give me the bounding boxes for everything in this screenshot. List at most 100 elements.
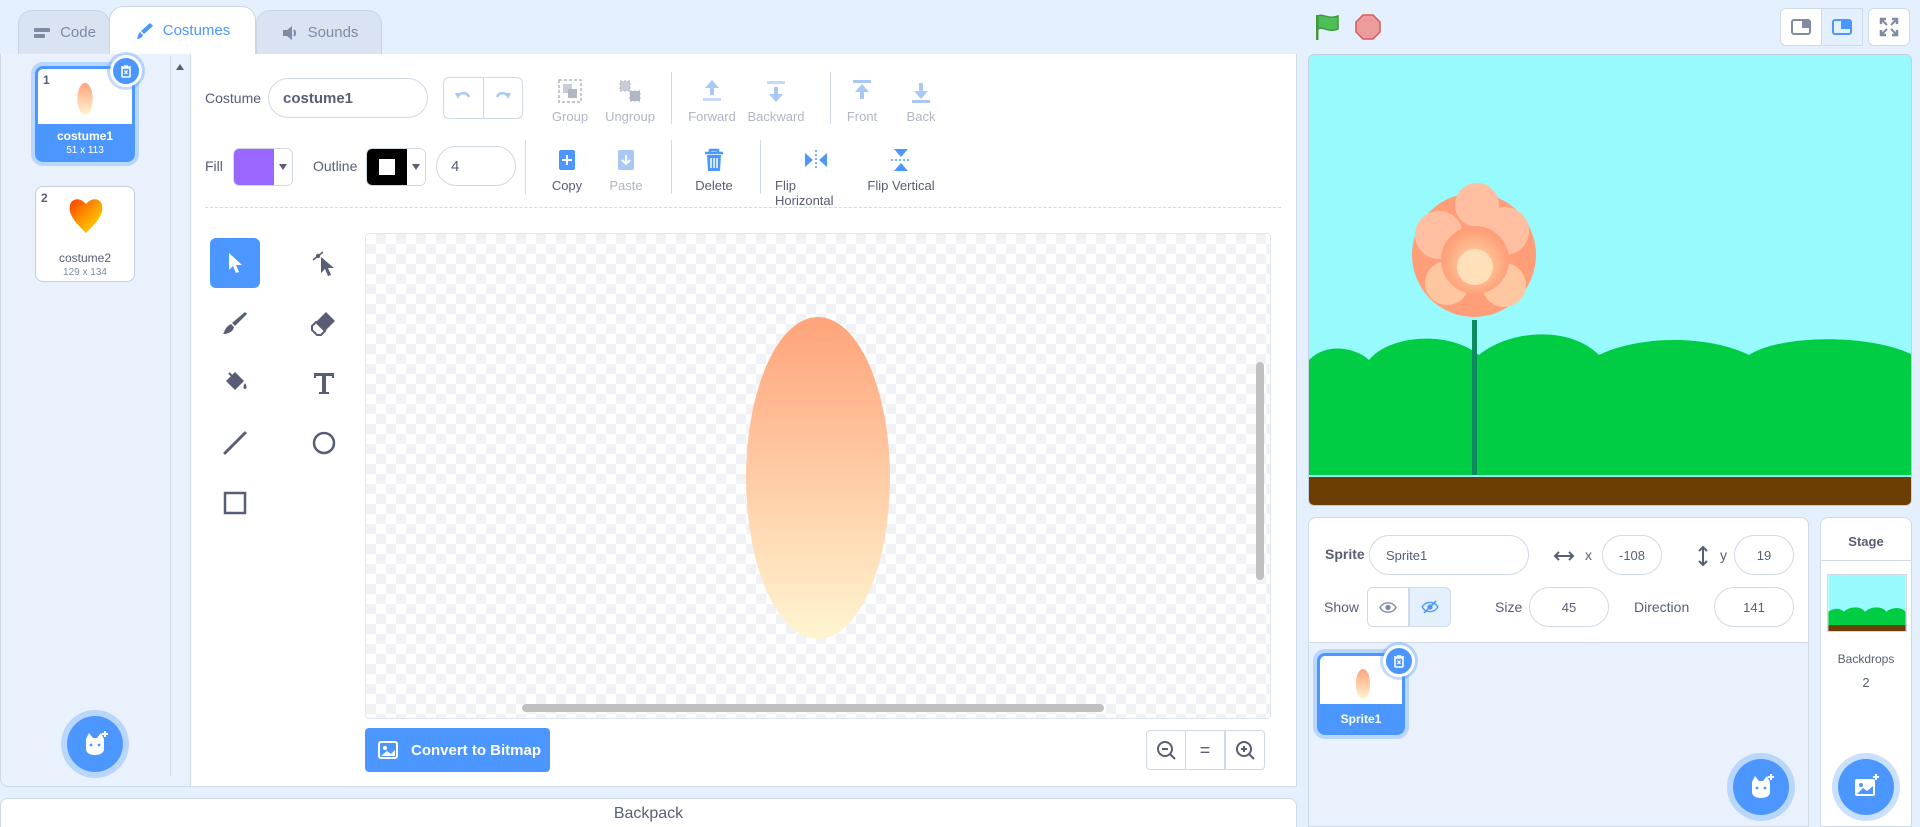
stage-pane-divider [1821,560,1911,561]
forward-label: Forward [688,109,736,124]
size-input[interactable]: 45 [1529,587,1609,627]
flip-vertical-button[interactable]: Flip Vertical [866,146,936,193]
tab-code[interactable]: Code [18,10,110,54]
costume-name-input[interactable]: costume1 [268,78,428,118]
flower-head [1412,183,1536,317]
rectangle-tool[interactable] [210,478,260,528]
back-button[interactable]: Back [901,77,941,124]
outline-width-input[interactable]: 4 [436,146,516,186]
copy-icon [559,150,575,170]
fill-tool[interactable] [210,358,260,408]
circle-tool[interactable] [299,418,349,468]
paste-button[interactable]: Paste [607,146,645,193]
line-icon [223,431,247,455]
copy-button[interactable]: Copy [548,146,586,193]
fill-dropdown[interactable] [274,149,292,185]
size-value: 45 [1561,599,1577,615]
forward-button[interactable]: Forward [686,77,738,124]
stop-button[interactable] [1354,13,1382,41]
small-stage-button[interactable] [1780,8,1822,46]
flip-horizontal-label: Flip Horizontal [775,178,834,208]
delete-button[interactable]: Delete [692,146,736,193]
outline-dropdown[interactable] [407,149,425,185]
line-tool[interactable] [210,418,260,468]
eraser-tool[interactable] [299,298,349,348]
delete-sprite-button[interactable] [1383,645,1415,677]
backdrops-count: 2 [1862,675,1870,690]
fill-swatch [234,149,274,185]
brush-icon [136,22,153,39]
y-label: y [1720,547,1727,563]
outline-color-picker[interactable] [366,148,426,186]
zoom-in-button[interactable] [1225,730,1265,770]
x-input[interactable]: -108 [1602,535,1662,575]
costume-thumbnail [77,82,93,116]
backward-icon [767,81,785,102]
reshape-tool[interactable] [299,238,349,288]
select-tool[interactable] [210,238,260,288]
back-icon [912,83,930,103]
paste-icon [618,150,634,170]
undo-redo-group [443,77,523,119]
cat-add-icon [86,731,108,755]
tab-sounds[interactable]: Sounds [256,10,382,54]
ungroup-button[interactable]: Ungroup [604,77,656,124]
flip-vertical-icon [891,149,911,171]
toolbar-divider [671,72,672,124]
outline-swatch [367,149,407,185]
stage-scene [1309,183,1911,505]
brush-tool[interactable] [210,298,260,348]
backpack[interactable]: Backpack [0,798,1297,827]
front-label: Front [846,109,878,124]
normal-stage-icon [1832,19,1852,35]
vertical-arrows-icon [1698,545,1708,567]
backward-button[interactable]: Backward [746,77,806,124]
eye-icon [1379,601,1397,613]
costume-name-label: Costume [205,90,262,106]
show-hidden-button[interactable] [1409,587,1451,627]
fill-color-picker[interactable] [233,148,293,186]
direction-input[interactable]: 141 [1714,587,1794,627]
show-visible-button[interactable] [1367,587,1409,627]
backdrop-add-icon [1855,774,1879,796]
fullscreen-button[interactable] [1868,8,1910,46]
costume-name: costume2 [58,251,112,265]
zoom-reset-button[interactable]: = [1185,730,1225,770]
outline-label: Outline [313,158,358,174]
choose-backdrop-button[interactable] [1838,759,1894,815]
fullscreen-icon [1879,17,1899,37]
canvas-horizontal-scrollbar[interactable] [522,704,1104,712]
paint-bucket-icon [226,372,247,390]
cat-add-icon [1752,774,1774,798]
undo-button[interactable] [444,78,484,118]
paint-canvas[interactable] [365,233,1271,719]
scroll-up-icon [176,64,184,70]
sprite-tile-name: Sprite1 [1340,712,1382,726]
flip-horizontal-button[interactable]: Flip Horizontal [775,146,857,208]
costume-number: 2 [41,191,48,205]
tab-costumes[interactable]: Costumes [109,6,256,54]
delete-costume-button[interactable] [110,55,142,87]
redo-button[interactable] [484,78,523,118]
text-tool[interactable] [299,358,349,408]
zoom-out-button[interactable] [1146,730,1186,770]
outline-width-value: 4 [451,157,460,175]
zoom-out-icon [1157,741,1176,760]
choose-sprite-button[interactable] [1733,759,1789,815]
normal-stage-button[interactable] [1821,8,1863,46]
canvas-vertical-scrollbar[interactable] [1256,362,1264,580]
rectangle-icon [223,491,247,515]
front-button[interactable]: Front [842,77,882,124]
choose-costume-button[interactable] [67,716,123,772]
costume-list-scrollbar[interactable] [170,56,188,776]
y-input[interactable]: 19 [1734,535,1794,575]
green-flag-button[interactable] [1312,12,1342,42]
group-button[interactable]: Group [550,77,590,124]
sprite-name-input[interactable]: Sprite1 [1369,535,1529,575]
stage-canvas[interactable] [1308,54,1912,506]
direction-value: 141 [1743,599,1765,615]
convert-to-bitmap-button[interactable]: Convert to Bitmap [365,728,550,772]
backpack-label: Backpack [613,805,684,822]
delete-label: Delete [695,178,733,193]
costume-item-2[interactable]: 2 costume2 129 x 134 [35,186,135,282]
